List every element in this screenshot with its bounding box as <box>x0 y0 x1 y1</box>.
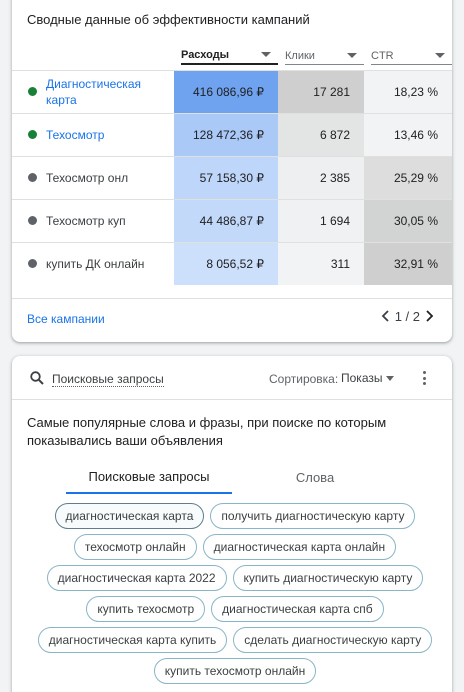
search-terms-card: Поисковые запросы Сортировка: Показы Сам… <box>12 356 452 692</box>
search-term-chip[interactable]: диагностическая карта 2022 <box>46 565 227 591</box>
page-indicator: 1 / 2 <box>394 308 420 324</box>
clicks-column-header[interactable]: Клики <box>278 40 364 70</box>
dropdown-caret-icon[interactable] <box>261 52 271 57</box>
status-dot-icon <box>28 173 37 182</box>
campaign-table: Расходы Клики CTR Диагностическая карта 4… <box>12 40 452 285</box>
campaign-name: Техосмотр куп <box>46 213 126 228</box>
cost-cell: 57 158,30 ₽ <box>174 155 278 199</box>
sort-value: Показы <box>341 371 383 385</box>
tab-words[interactable]: Слова <box>242 460 388 494</box>
cost-cell: 128 472,36 ₽ <box>174 112 278 156</box>
clicks-cell: 1 694 <box>278 198 364 242</box>
cost-cell: 8 056,52 ₽ <box>174 241 278 285</box>
card-header: Поисковые запросы Сортировка: Показы <box>12 356 452 400</box>
campaign-name[interactable]: Техосмотр <box>46 127 104 143</box>
search-term-chip[interactable]: диагностическая карта спб <box>211 596 384 622</box>
ctr-header-label: CTR <box>371 49 394 62</box>
ctr-column-header[interactable]: CTR <box>364 40 452 70</box>
cost-column-header[interactable]: Расходы <box>174 40 278 70</box>
campaign-cell: Техосмотр <box>12 112 174 156</box>
tab-search-queries[interactable]: Поисковые запросы <box>66 460 232 494</box>
ctr-cell: 25,29 % <box>364 155 452 199</box>
campaign-name: Техосмотр онл <box>46 170 129 185</box>
table-row[interactable]: Диагностическая карта 416 086,96 ₽17 281 1… <box>12 69 452 113</box>
search-term-chip[interactable]: диагностическая карта <box>54 503 205 529</box>
chevron-right-icon[interactable] <box>420 307 438 325</box>
clicks-cell: 6 872 <box>278 112 364 156</box>
campaign-cell: купить ДК онлайн <box>12 241 174 285</box>
card-footer: Все кампании 1 / 2 <box>12 298 452 332</box>
status-dot-icon <box>28 259 37 269</box>
search-term-chip[interactable]: купить техосмотр <box>86 596 206 622</box>
sort-label: Сортировка: <box>269 372 339 386</box>
ctr-cell: 18,23 % <box>364 69 452 113</box>
cost-header-label: Расходы <box>181 48 230 61</box>
card-description: Самые популярные слова и фразы, при поис… <box>27 415 387 448</box>
search-term-chip[interactable]: купить диагностическую карту <box>232 565 424 591</box>
search-icon <box>30 371 44 385</box>
clicks-cell: 311 <box>278 241 364 285</box>
campaign-name[interactable]: Диагностическая карта <box>46 76 174 108</box>
search-term-chip[interactable]: диагностическая карта купить <box>37 627 228 653</box>
table-row[interactable]: Техосмотр куп 44 486,87 ₽1 694 30,05 % <box>12 198 452 242</box>
cost-cell: 44 486,87 ₽ <box>174 198 278 242</box>
campaign-cell: Техосмотр онл <box>12 155 174 199</box>
ctr-cell: 13,46 % <box>364 112 452 156</box>
campaign-cell: Техосмотр куп <box>12 198 174 242</box>
clicks-cell: 17 281 <box>278 69 364 113</box>
card-title: Сводные данные об эффективности кампаний <box>27 12 310 27</box>
table-row[interactable]: Техосмотр 128 472,36 ₽6 872 13,46 % <box>12 112 452 156</box>
ctr-cell: 32,91 % <box>364 241 452 285</box>
more-options-icon[interactable] <box>416 369 432 387</box>
table-row[interactable]: купить ДК онлайн 8 056,52 ₽311 32,91 % <box>12 241 452 285</box>
status-dot-icon <box>28 130 37 139</box>
search-term-chip[interactable]: техосмотр онлайн <box>73 534 197 560</box>
search-terms-label[interactable]: Поисковые запросы <box>52 372 164 387</box>
search-term-chip[interactable]: диагностическая карта онлайн <box>202 534 397 560</box>
search-term-chips: диагностическая карта получить диагностич… <box>30 503 440 684</box>
campaign-column-header <box>12 40 174 70</box>
ctr-cell: 30,05 % <box>364 198 452 242</box>
sort-select[interactable]: Показы <box>341 371 395 385</box>
tab-bar: Поисковые запросы Слова <box>12 460 452 494</box>
dropdown-caret-icon[interactable] <box>435 53 445 58</box>
chevron-left-icon[interactable] <box>377 307 395 325</box>
cost-cell: 416 086,96 ₽ <box>174 69 278 113</box>
dropdown-caret-icon <box>386 375 395 381</box>
status-dot-icon <box>28 216 37 225</box>
clicks-header-label: Клики <box>285 49 315 62</box>
campaign-name: купить ДК онлайн <box>46 256 145 271</box>
campaign-summary-card: Сводные данные об эффективности кампаний… <box>12 0 452 342</box>
search-term-chip[interactable]: сделать диагностическую карту <box>233 627 433 653</box>
clicks-cell: 2 385 <box>278 155 364 199</box>
search-term-chip[interactable]: купить техосмотр онлайн <box>153 658 317 684</box>
dropdown-caret-icon[interactable] <box>347 53 357 58</box>
pagination: 1 / 2 <box>377 307 438 325</box>
table-row[interactable]: Техосмотр онл 57 158,30 ₽2 385 25,29 % <box>12 155 452 199</box>
status-dot-icon <box>28 87 37 96</box>
all-campaigns-link[interactable]: Все кампании <box>27 312 105 326</box>
campaign-cell: Диагностическая карта <box>12 69 174 113</box>
search-term-chip[interactable]: получить диагностическую карту <box>210 503 416 529</box>
